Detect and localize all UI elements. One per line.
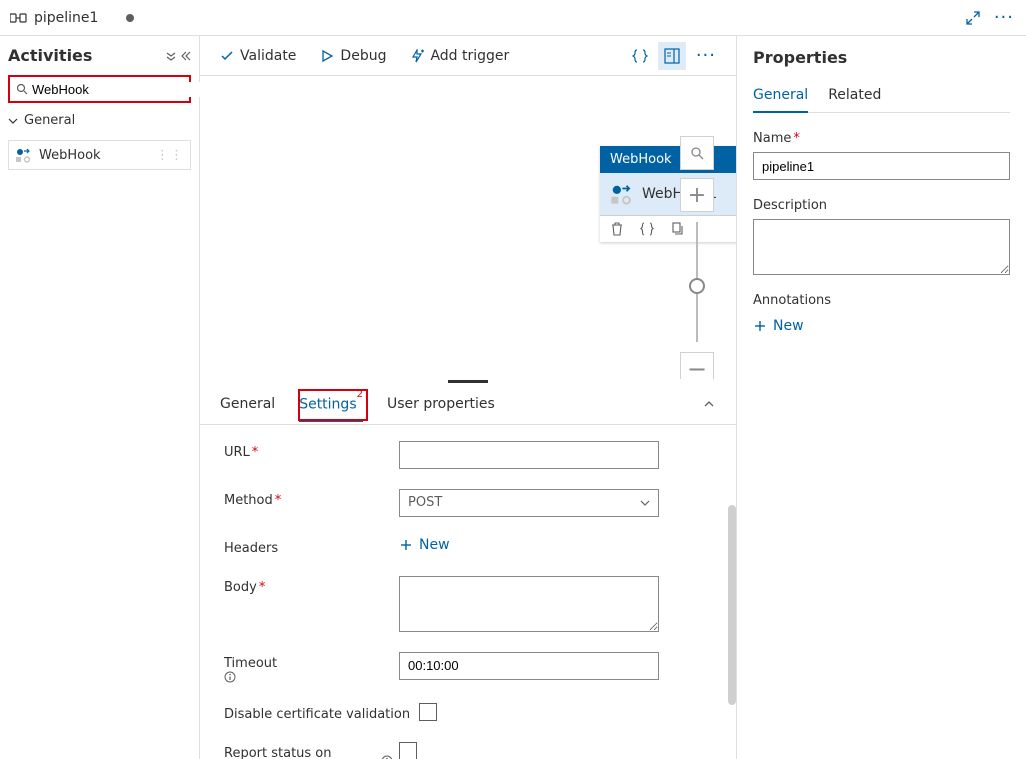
more-icon[interactable]: ···: [696, 45, 716, 66]
debug-label: Debug: [340, 48, 386, 64]
properties-title: Properties: [753, 48, 1010, 67]
pipeline-icon: [10, 11, 28, 25]
url-input[interactable]: [399, 441, 659, 469]
braces-icon[interactable]: [640, 222, 654, 236]
tab-settings-badge: 2: [357, 389, 363, 400]
plus-icon: [399, 538, 413, 552]
webhook-icon: [610, 183, 632, 205]
tab-general[interactable]: General: [220, 388, 275, 420]
collapse-panel-icon[interactable]: [702, 397, 716, 411]
add-trigger-label: Add trigger: [430, 48, 509, 64]
braces-icon[interactable]: [632, 48, 648, 64]
scrollbar[interactable]: [728, 505, 736, 705]
prop-tab-related[interactable]: Related: [828, 79, 881, 112]
more-icon[interactable]: ···: [994, 7, 1014, 28]
delete-icon[interactable]: [610, 222, 624, 236]
activities-title: Activities: [8, 46, 92, 65]
fit-to-screen-button[interactable]: [680, 136, 714, 170]
url-label: URL: [224, 445, 250, 460]
properties-panel: Properties General Related Name* Descrip…: [736, 36, 1026, 759]
activities-sidebar: Activities General: [0, 36, 200, 759]
settings-form: URL* Method* POST Headers New Body*: [200, 425, 736, 759]
zoom-out-button[interactable]: −: [680, 352, 714, 379]
prop-name-label: Name: [753, 131, 791, 146]
canvas-toolbar: Validate Debug Add trigger ···: [200, 36, 736, 76]
webhook-node[interactable]: WebHook WebHook1: [600, 146, 736, 242]
validate-button[interactable]: Validate: [220, 48, 296, 64]
general-section-label: General: [24, 113, 75, 128]
info-icon[interactable]: [381, 755, 393, 759]
report-status-label: Report status on callback: [224, 746, 344, 759]
pipeline-tab-title: pipeline1: [34, 10, 98, 26]
prop-tab-general[interactable]: General: [753, 79, 808, 113]
pipeline-canvas[interactable]: WebHook WebHook1: [200, 76, 736, 379]
prop-name-input[interactable]: [753, 152, 1010, 180]
play-icon: [320, 49, 334, 63]
webhook-icon: [15, 147, 31, 163]
add-header-button[interactable]: New: [399, 537, 450, 553]
add-annotation-button[interactable]: New: [753, 318, 1010, 334]
add-trigger-button[interactable]: Add trigger: [410, 48, 509, 64]
search-icon: [16, 83, 28, 95]
method-label: Method: [224, 493, 273, 508]
plus-icon: [753, 319, 767, 333]
expand-icon[interactable]: [966, 11, 980, 25]
chevron-down-icon: [8, 116, 18, 126]
unsaved-indicator-icon: [126, 14, 134, 22]
webhook-node-type: WebHook: [600, 146, 736, 173]
timeout-input[interactable]: [399, 652, 659, 680]
zoom-in-button[interactable]: +: [680, 178, 714, 212]
body-label: Body: [224, 580, 257, 595]
disable-cert-checkbox[interactable]: [419, 703, 437, 721]
tab-settings-label: Settings: [299, 397, 356, 413]
method-select[interactable]: POST: [399, 489, 659, 517]
add-header-label: New: [419, 537, 450, 553]
pipeline-tab[interactable]: pipeline1: [0, 10, 200, 26]
properties-toggle-button[interactable]: [658, 42, 686, 70]
prop-ann-label: Annotations: [753, 293, 1010, 308]
trigger-icon: [410, 49, 424, 63]
validate-label: Validate: [240, 48, 296, 64]
activities-search[interactable]: [8, 75, 191, 103]
disable-cert-label: Disable certificate validation: [224, 707, 410, 722]
headers-label: Headers: [224, 541, 278, 556]
activity-webhook-label: WebHook: [39, 148, 101, 163]
bottom-tabs: General Settings2 User properties: [200, 385, 736, 425]
info-icon[interactable]: [224, 671, 399, 683]
tab-settings[interactable]: Settings2: [299, 387, 363, 421]
check-icon: [220, 49, 234, 63]
debug-button[interactable]: Debug: [320, 48, 386, 64]
add-annotation-label: New: [773, 318, 804, 334]
drag-grip-icon[interactable]: ⋮⋮: [156, 148, 184, 163]
report-status-checkbox[interactable]: [399, 742, 417, 759]
timeout-label: Timeout: [224, 656, 277, 671]
tab-user-properties[interactable]: User properties: [387, 388, 495, 420]
prop-desc-label: Description: [753, 198, 1010, 213]
chevron-down-icon: [640, 498, 650, 508]
zoom-slider-handle[interactable]: [689, 278, 705, 294]
prop-desc-input[interactable]: [753, 219, 1010, 275]
collapse-left-icon[interactable]: [179, 50, 191, 62]
activities-search-input[interactable]: [32, 82, 208, 97]
general-section-toggle[interactable]: General: [8, 113, 191, 128]
chevrons-down-icon[interactable]: [165, 50, 177, 62]
body-input[interactable]: [399, 576, 659, 632]
zoom-slider[interactable]: [696, 222, 698, 342]
activity-webhook-item[interactable]: WebHook ⋮⋮: [8, 140, 191, 170]
method-value: POST: [408, 495, 442, 510]
